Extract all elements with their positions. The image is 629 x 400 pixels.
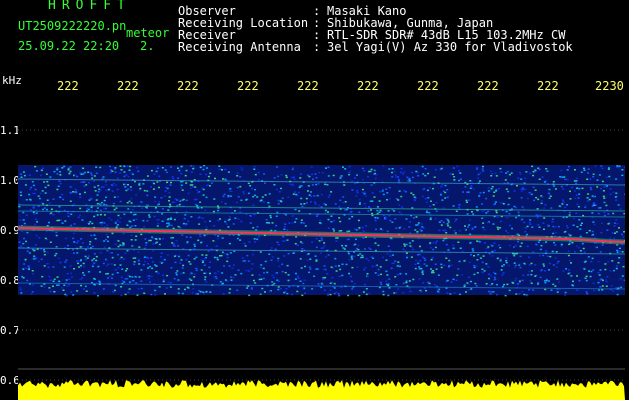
count-label: 2. [140, 39, 155, 53]
x-tick-label: 222 [537, 79, 559, 93]
spectrogram-canvas [18, 129, 625, 400]
x-tick-label: 222 [417, 79, 439, 93]
x-tick-label: 222 [177, 79, 199, 93]
x-tick-label: 222 [237, 79, 259, 93]
x-tick-label: 222 [357, 79, 379, 93]
y-unit-label: kHz [2, 74, 22, 87]
y-tick-label: 1.1 [0, 124, 20, 137]
x-tick-label: 222 [477, 79, 499, 93]
y-tick-label: 0.7 [0, 324, 20, 337]
x-tick-label: 222 [117, 79, 139, 93]
y-tick-label: 0.9 [0, 224, 20, 237]
x-tick-label: 2230 [595, 79, 624, 93]
y-tick-label: 0.8 [0, 274, 20, 287]
x-tick-label: 222 [57, 79, 79, 93]
signal-level-bar [18, 380, 625, 400]
y-tick-label: 0.6 [0, 374, 20, 387]
colon-separator: : [313, 40, 321, 54]
filename-label: UT2509222220.pn [18, 19, 127, 33]
app-title: HROFFT [48, 0, 131, 13]
antenna-field-label: Receiving Antenna [178, 40, 301, 54]
meteor-label: meteor [126, 26, 170, 40]
antenna-value: 3el Yagi(V) Az 330 for Vladivostok [327, 40, 573, 54]
y-tick-label: 1.0 [0, 174, 20, 187]
x-tick-label: 222 [297, 79, 319, 93]
datetime-label: 25.09.22 22:20 [18, 39, 120, 53]
spectrogram-plot [18, 93, 625, 400]
